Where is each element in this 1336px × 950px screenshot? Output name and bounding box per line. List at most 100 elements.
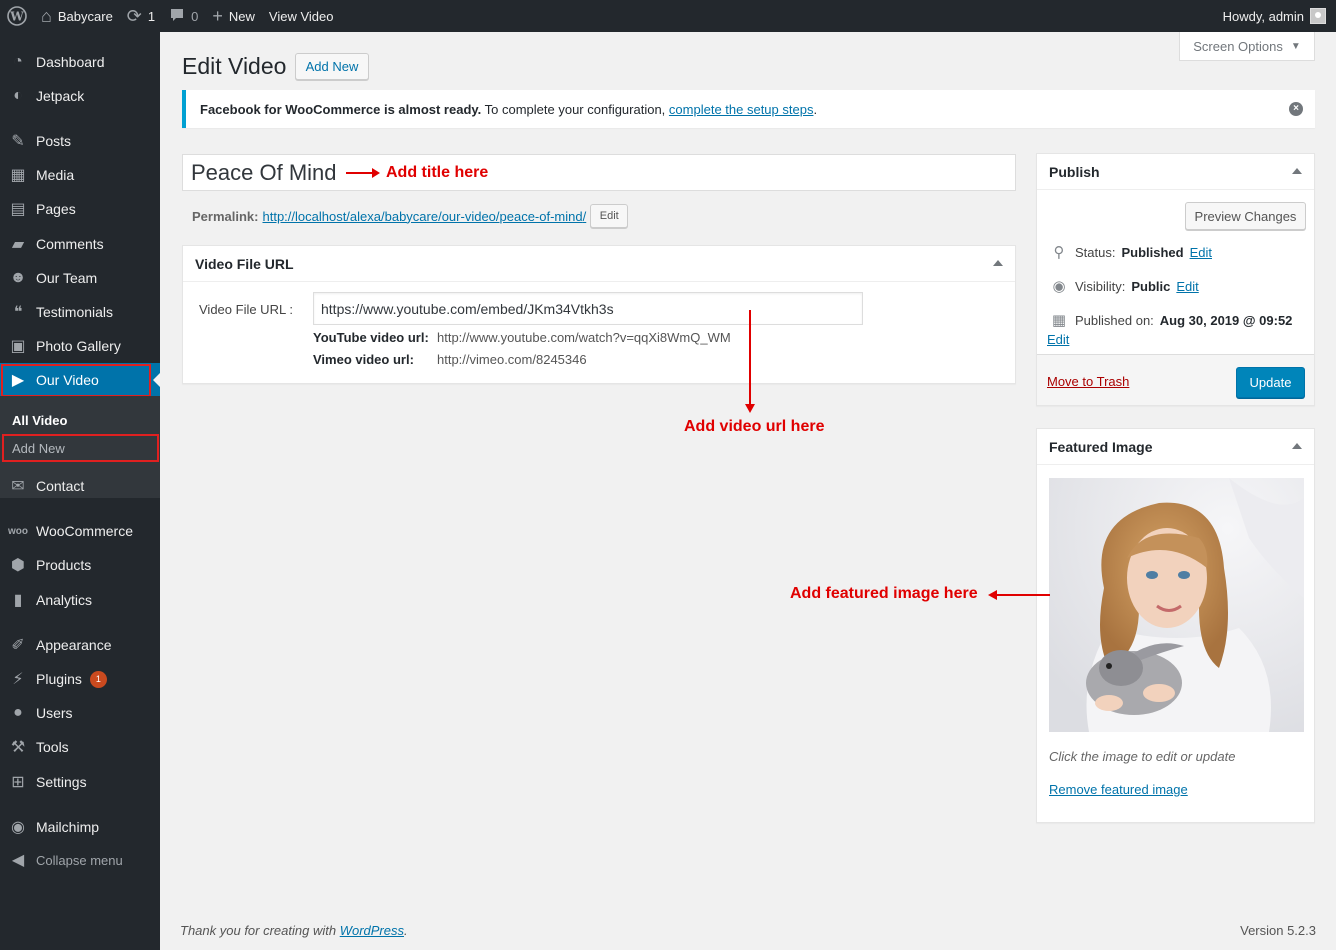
preview-changes-button[interactable]: Preview Changes	[1185, 202, 1306, 230]
howdy-text: Howdy, admin	[1222, 8, 1304, 24]
menu-label: Pages	[36, 201, 76, 217]
video-box-header[interactable]: Video File URL	[183, 246, 1015, 282]
svg-text:W: W	[9, 10, 24, 24]
comment-icon	[169, 7, 185, 26]
calendar-icon: ▦	[1051, 312, 1067, 329]
plugins-update-badge: 1	[89, 670, 107, 688]
visibility-value: Public	[1131, 278, 1171, 294]
plugins-icon: ⚡	[12, 671, 24, 688]
move-to-trash-link[interactable]: Move to Trash	[1047, 374, 1129, 389]
featured-title: Featured Image	[1049, 438, 1153, 455]
menu-comments[interactable]: ▰ Comments	[0, 227, 160, 261]
menu-testimonials[interactable]: ❝ Testimonials	[0, 295, 160, 329]
new-content-link[interactable]: + New	[205, 0, 262, 32]
menu-settings[interactable]: ⊞ Settings	[0, 765, 160, 799]
featured-image[interactable]	[1049, 478, 1304, 732]
menu-plugins[interactable]: ⚡ Plugins 1	[0, 662, 160, 696]
email-icon: ✉	[11, 478, 25, 495]
menu-posts[interactable]: ✎ Posts	[0, 124, 160, 158]
comments-link[interactable]: 0	[162, 0, 205, 32]
notice-text: Facebook for WooCommerce is almost ready…	[200, 102, 817, 117]
woo-icon: woo	[8, 525, 28, 537]
video-url-input[interactable]: https://www.youtube.com/embed/JKm34Vtkh3…	[313, 292, 863, 325]
permalink-link[interactable]: http://localhost/alexa/babycare/our-vide…	[262, 209, 586, 224]
caret-down-icon: ▼	[1290, 40, 1301, 52]
notice-body: To complete your configuration,	[481, 101, 669, 117]
menu-label: Comments	[36, 236, 104, 252]
menu-label: Photo Gallery	[36, 338, 121, 354]
toggle-arrow-icon[interactable]	[993, 260, 1003, 266]
collapse-menu-button[interactable]: ◀ Collapse menu	[0, 843, 160, 877]
menu-label: Collapse menu	[36, 852, 123, 868]
admin-bar: W ⌂ Babycare ⟳ 1 0 + New View Video Howd…	[0, 0, 1336, 32]
products-icon: ⬢	[11, 557, 25, 574]
video-file-url-box: Video File URL Video File URL : https://…	[182, 245, 1016, 384]
setup-steps-link[interactable]: complete the setup steps	[669, 102, 814, 117]
dismiss-icon[interactable]: ×	[1289, 102, 1303, 116]
toggle-arrow-icon[interactable]	[1292, 168, 1302, 174]
media-icon: ▦	[10, 167, 26, 184]
menu-our-team[interactable]: ☻ Our Team	[0, 261, 160, 295]
publish-actions: Move to Trash Update	[1037, 354, 1314, 405]
menu-label: Plugins	[36, 671, 82, 687]
menu-label: Jetpack	[36, 88, 85, 104]
appearance-icon: ✐	[11, 637, 25, 654]
site-name-link[interactable]: ⌂ Babycare	[34, 0, 120, 32]
menu-tools[interactable]: ⚒ Tools	[0, 730, 160, 764]
setup-notice: Facebook for WooCommerce is almost ready…	[182, 90, 1315, 128]
permalink-row: Permalink: http://localhost/alexa/babyca…	[192, 204, 629, 228]
menu-users[interactable]: ● Users	[0, 696, 160, 730]
menu-media[interactable]: ▦ Media	[0, 158, 160, 192]
vimeo-example-row: Vimeo video url: http://vimeo.com/8245346	[313, 352, 587, 367]
menu-photo-gallery[interactable]: ▣ Photo Gallery	[0, 329, 160, 363]
tools-icon: ⚒	[10, 739, 26, 756]
publish-box-header[interactable]: Publish	[1037, 154, 1314, 190]
highlight-our-video	[1, 364, 151, 397]
view-video-link[interactable]: View Video	[262, 0, 341, 32]
notice-end: .	[813, 101, 818, 117]
menu-label: Settings	[36, 774, 87, 790]
menu-mailchimp[interactable]: ◉ Mailchimp	[0, 810, 160, 844]
footer-version: Version 5.2.3	[1240, 923, 1316, 938]
updates-link[interactable]: ⟳ 1	[120, 0, 162, 32]
dashboard-icon: ◔	[13, 53, 23, 70]
screen-options-button[interactable]: Screen Options ▼	[1179, 32, 1315, 61]
comments-icon: ▰	[11, 236, 25, 253]
highlight-add-new	[2, 434, 159, 462]
menu-contact[interactable]: ✉ Contact	[0, 469, 160, 503]
published-on-row: ▦ Published on: Aug 30, 2019 @ 09:52	[1049, 311, 1293, 329]
add-new-button[interactable]: Add New	[295, 53, 369, 80]
menu-woocommerce[interactable]: woo WooCommerce	[0, 514, 160, 548]
video-url-arrow-icon	[745, 310, 755, 413]
menu-products[interactable]: ⬢ Products	[0, 548, 160, 582]
visibility-label: Visibility:	[1075, 278, 1126, 294]
wordpress-logo-icon[interactable]: W	[0, 0, 34, 32]
menu-appearance[interactable]: ✐ Appearance	[0, 628, 160, 662]
visibility-edit-link[interactable]: Edit	[1176, 279, 1198, 294]
date-edit-link[interactable]: Edit	[1047, 332, 1069, 347]
menu-jetpack[interactable]: ◐ Jetpack	[0, 79, 160, 113]
menu-dashboard[interactable]: ◔ Dashboard	[0, 45, 160, 79]
menu-analytics[interactable]: ▮ Analytics	[0, 583, 160, 617]
post-title-input[interactable]: Peace Of Mind	[182, 154, 1016, 191]
youtube-example: http://www.youtube.com/watch?v=qqXi8WmQ_…	[437, 330, 731, 345]
title-arrow-icon	[346, 168, 380, 178]
toggle-arrow-icon[interactable]	[1292, 443, 1302, 449]
jetpack-icon: ◐	[13, 87, 23, 104]
menu-label: Media	[36, 167, 75, 183]
wordpress-link[interactable]: WordPress	[340, 923, 404, 938]
update-button[interactable]: Update	[1236, 367, 1305, 398]
submenu-all-video[interactable]: All Video	[12, 413, 67, 428]
featured-box-header[interactable]: Featured Image	[1037, 429, 1314, 465]
status-edit-link[interactable]: Edit	[1190, 245, 1212, 260]
comments-count: 0	[191, 8, 199, 24]
permalink-edit-button[interactable]: Edit	[590, 204, 629, 228]
notice-bold: Facebook for WooCommerce is almost ready…	[200, 101, 482, 117]
remove-featured-image-link[interactable]: Remove featured image	[1049, 782, 1188, 797]
featured-image-caption: Click the image to edit or update	[1049, 749, 1236, 764]
my-account-link[interactable]: Howdy, admin	[1216, 0, 1336, 32]
page-title: Edit Video	[182, 53, 287, 79]
featured-image-arrow-icon	[988, 590, 1050, 600]
menu-pages[interactable]: ▤ Pages	[0, 192, 160, 226]
gallery-icon: ▣	[10, 338, 26, 355]
